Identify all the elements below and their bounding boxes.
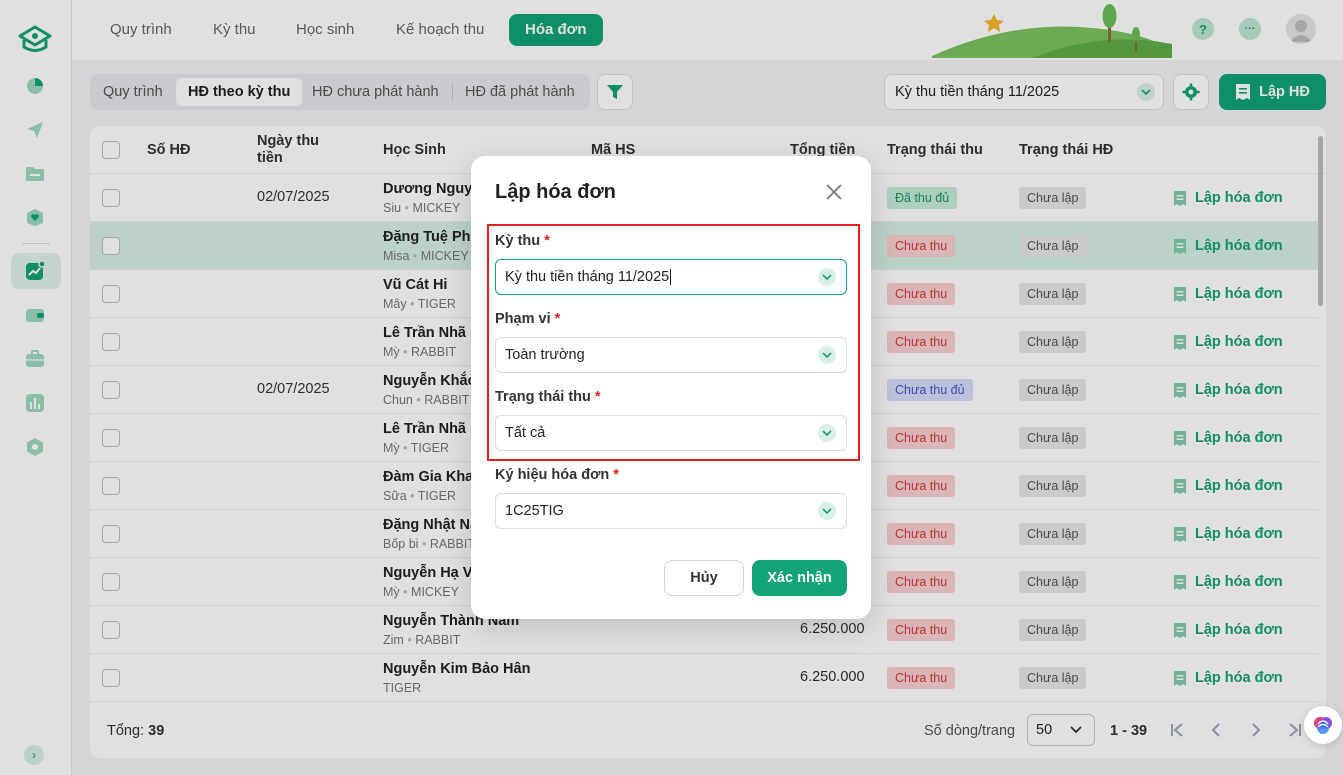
ai-assistant-icon[interactable] xyxy=(1304,706,1342,744)
confirm-button[interactable]: Xác nhận xyxy=(752,560,847,596)
ky-hieu-value: 1C25TIG xyxy=(505,503,564,519)
chevron-down-icon xyxy=(818,502,836,520)
chevron-down-icon xyxy=(818,268,836,286)
modal-title: Lập hóa đơn xyxy=(495,181,616,203)
chevron-down-icon xyxy=(818,346,836,364)
ky-hieu-select[interactable]: 1C25TIG xyxy=(495,493,847,529)
ky-thu-value: Kỳ thu tiền tháng 11/2025 xyxy=(505,269,670,285)
ky-thu-select[interactable]: Kỳ thu tiền tháng 11/2025 xyxy=(495,259,847,295)
field-label-pham-vi: Phạm vi * xyxy=(495,311,561,327)
create-invoice-modal: Lập hóa đơn Kỳ thu * Kỳ thu tiền tháng 1… xyxy=(471,156,871,619)
field-label-trang-thai-thu: Trạng thái thu * xyxy=(495,389,601,405)
pham-vi-value: Toàn trường xyxy=(505,347,585,363)
field-label-ky-thu: Kỳ thu * xyxy=(495,233,550,249)
chevron-down-icon xyxy=(818,424,836,442)
field-label-ky-hieu: Ký hiệu hóa đơn * xyxy=(495,467,619,483)
app-root: › Quy trình Kỳ thu Học sinh Kế hoạch thu… xyxy=(0,0,1343,775)
cancel-button[interactable]: Hủy xyxy=(664,560,744,596)
close-icon[interactable] xyxy=(823,181,845,203)
trang-thai-thu-select[interactable]: Tất cả xyxy=(495,415,847,451)
pham-vi-select[interactable]: Toàn trường xyxy=(495,337,847,373)
trang-thai-thu-value: Tất cả xyxy=(505,425,546,441)
